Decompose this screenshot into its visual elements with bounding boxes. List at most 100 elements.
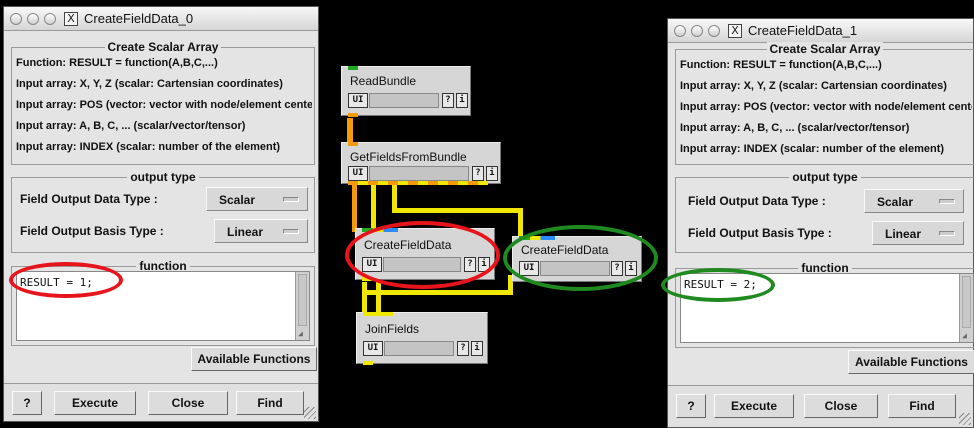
info-line: Input array: X, Y, Z (scalar: Cartensian… [16, 78, 283, 90]
info-line: Function: RESULT = function(A,B,C,...) [16, 57, 218, 69]
x11-app-icon: X [728, 24, 742, 38]
output-type-group: output type Field Output Data Type : Sca… [675, 170, 974, 253]
info-line: Input array: POS (vector: vector with no… [16, 99, 312, 111]
basis-type-value: Linear [885, 227, 922, 241]
close-button[interactable]: Close [804, 394, 878, 418]
green-highlight-ring [503, 225, 658, 291]
module-help-button[interactable]: ? [472, 166, 484, 181]
resize-grip-icon[interactable] [304, 407, 316, 419]
connection-wire[interactable] [518, 208, 523, 236]
module-name: ReadBundle [350, 74, 417, 88]
help-button[interactable]: ? [676, 394, 706, 418]
data-type-dropdown[interactable]: Scalar [864, 189, 964, 213]
module-ui-button[interactable]: UI [348, 166, 368, 181]
option-menu-indicator-icon [939, 199, 955, 204]
module-info-button[interactable]: i [471, 341, 483, 356]
group-title: Create Scalar Array [766, 42, 884, 56]
create-scalar-array-group: Create Scalar Array Function: RESULT = f… [11, 40, 315, 165]
module-info-button[interactable]: i [456, 93, 468, 108]
function-scrollbar[interactable]: ◢ [295, 272, 309, 340]
connection-wire[interactable] [352, 184, 357, 232]
module-name: GetFieldsFromBundle [350, 150, 467, 164]
info-line: Input array: INDEX (scalar: number of th… [680, 143, 945, 155]
window-title: CreateFieldData_1 [748, 23, 858, 38]
basis-type-label: Field Output Basis Type : [688, 226, 832, 240]
available-functions-button[interactable]: Available Functions [191, 347, 317, 371]
progress-slot [384, 341, 454, 356]
module-help-button[interactable]: ? [457, 341, 469, 356]
create-field-data-0-window: X CreateFieldData_0 Create Scalar Array … [3, 6, 319, 422]
input-port[interactable] [348, 66, 358, 70]
data-type-label: Field Output Data Type : [688, 194, 826, 208]
connection-wire[interactable] [371, 185, 376, 231]
group-title: output type [789, 170, 861, 184]
window-zoom-dot-icon[interactable] [708, 25, 720, 37]
option-menu-indicator-icon [283, 229, 299, 234]
option-menu-indicator-icon [939, 231, 955, 236]
get-fields-from-bundle-module[interactable]: GetFieldsFromBundle UI ? i [341, 142, 501, 185]
info-line: Input array: X, Y, Z (scalar: Cartensian… [680, 80, 947, 92]
basis-type-label: Field Output Basis Type : [20, 224, 164, 238]
progress-slot [369, 166, 469, 181]
output-port[interactable] [363, 361, 373, 365]
output-port[interactable] [348, 113, 358, 117]
x11-app-icon: X [64, 12, 78, 26]
red-highlight-ring [345, 221, 500, 289]
data-type-label: Field Output Data Type : [20, 192, 158, 206]
basis-type-value: Linear [227, 225, 264, 239]
info-line: Input array: INDEX (scalar: number of th… [16, 141, 281, 153]
green-highlight-ring [661, 268, 775, 302]
basis-type-dropdown[interactable]: Linear [872, 221, 964, 245]
window-close-dot-icon[interactable] [10, 13, 22, 25]
input-port[interactable] [348, 142, 358, 146]
help-button[interactable]: ? [12, 391, 42, 415]
resize-grip-icon[interactable] [959, 413, 971, 425]
window-titlebar[interactable]: X CreateFieldData_1 [668, 19, 973, 43]
data-type-value: Scalar [877, 195, 914, 209]
find-button[interactable]: Find [888, 394, 956, 418]
scroll-down-icon[interactable]: ◢ [298, 330, 306, 338]
create-scalar-array-group: Create Scalar Array Function: RESULT = f… [675, 42, 974, 165]
module-ui-button[interactable]: UI [348, 93, 368, 108]
data-type-value: Scalar [219, 193, 256, 207]
group-title: output type [127, 170, 199, 184]
input-port[interactable] [363, 312, 393, 316]
button-bar: ? Execute Close Find [4, 383, 318, 421]
find-button[interactable]: Find [236, 391, 304, 415]
basis-type-dropdown[interactable]: Linear [214, 219, 308, 243]
window-minimize-dot-icon[interactable] [691, 25, 703, 37]
option-menu-indicator-icon [283, 197, 299, 202]
connection-wire[interactable] [362, 282, 367, 312]
read-bundle-module[interactable]: ReadBundle UI ? i [341, 66, 471, 117]
execute-button[interactable]: Execute [54, 391, 136, 415]
data-type-dropdown[interactable]: Scalar [206, 187, 308, 211]
window-titlebar[interactable]: X CreateFieldData_0 [4, 7, 318, 31]
close-button[interactable]: Close [148, 391, 228, 415]
module-help-button[interactable]: ? [442, 93, 454, 108]
execute-button[interactable]: Execute [714, 394, 794, 418]
window-title: CreateFieldData_0 [84, 11, 194, 26]
red-highlight-ring [9, 262, 123, 298]
info-line: Input array: POS (vector: vector with no… [680, 101, 972, 113]
window-minimize-dot-icon[interactable] [27, 13, 39, 25]
available-functions-button[interactable]: Available Functions [848, 350, 974, 374]
connection-wire[interactable] [362, 290, 512, 295]
create-field-data-1-window: X CreateFieldData_1 Create Scalar Array … [667, 18, 974, 428]
function-scrollbar[interactable]: ◢ [959, 274, 973, 342]
group-title: Create Scalar Array [104, 40, 222, 54]
module-info-button[interactable]: i [486, 166, 498, 181]
progress-slot [369, 93, 439, 108]
module-ui-button[interactable]: UI [363, 341, 383, 356]
connection-wire[interactable] [392, 208, 522, 213]
output-port[interactable] [348, 181, 488, 185]
button-bar: ? Execute Close Find [668, 385, 973, 427]
connection-wire[interactable] [347, 118, 353, 144]
connection-wire[interactable] [376, 282, 381, 312]
info-line: Input array: A, B, C, ... (scalar/vector… [16, 120, 246, 132]
info-line: Input array: A, B, C, ... (scalar/vector… [680, 122, 910, 134]
window-zoom-dot-icon[interactable] [44, 13, 56, 25]
scroll-down-icon[interactable]: ◢ [962, 332, 970, 340]
join-fields-module[interactable]: JoinFields UI ? i [356, 312, 488, 365]
module-name: JoinFields [365, 322, 420, 336]
window-close-dot-icon[interactable] [674, 25, 686, 37]
